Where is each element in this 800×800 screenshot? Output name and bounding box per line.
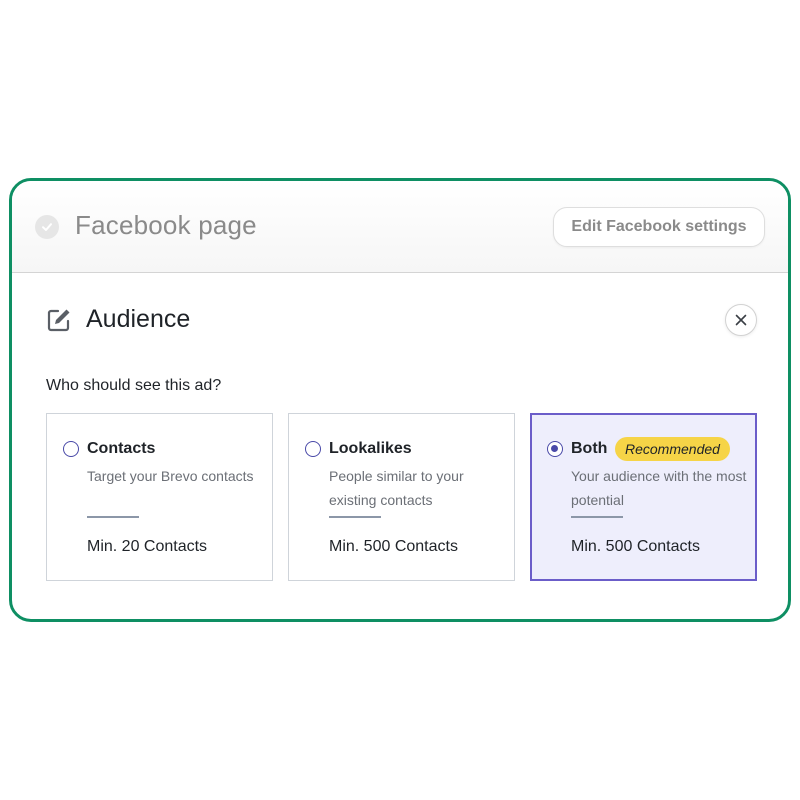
option-title: Contacts [87,440,156,457]
option-title: Both [571,440,608,457]
radio-icon[interactable] [63,441,79,457]
divider [571,516,623,518]
radio-selected-dot [551,445,558,452]
check-circle-icon [35,215,59,239]
facebook-page-step: Facebook page Edit Facebook settings [12,181,788,273]
close-icon [735,314,747,326]
facebook-page-title: Facebook page [75,210,257,240]
option-title: Lookalikes [329,440,412,457]
divider [87,516,139,518]
audience-option-lookalikes[interactable]: Lookalikes People similar to your existi… [288,413,515,581]
option-minimum: Min. 500 Contacts [571,538,700,555]
radio-icon[interactable] [547,441,563,457]
audience-question: Who should see this ad? [46,377,222,394]
divider [329,516,381,518]
option-description: People similar to your existing contacts [329,468,464,508]
campaign-setup-panel: Facebook page Edit Facebook settings Aud… [9,178,791,622]
option-description: Your audience with the most potential [571,468,747,508]
recommended-badge: Recommended [615,437,730,461]
audience-option-contacts[interactable]: Contacts Target your Brevo contacts Min.… [46,413,273,581]
radio-icon[interactable] [305,441,321,457]
audience-title: Audience [86,305,191,333]
edit-facebook-settings-button[interactable]: Edit Facebook settings [553,207,765,247]
close-button[interactable] [725,304,757,336]
option-minimum: Min. 20 Contacts [87,538,208,555]
audience-option-both[interactable]: Both Recommended Your audience with the … [530,413,757,581]
edit-icon [46,307,72,333]
option-description: Target your Brevo contacts [87,468,254,484]
option-minimum: Min. 500 Contacts [329,538,458,555]
